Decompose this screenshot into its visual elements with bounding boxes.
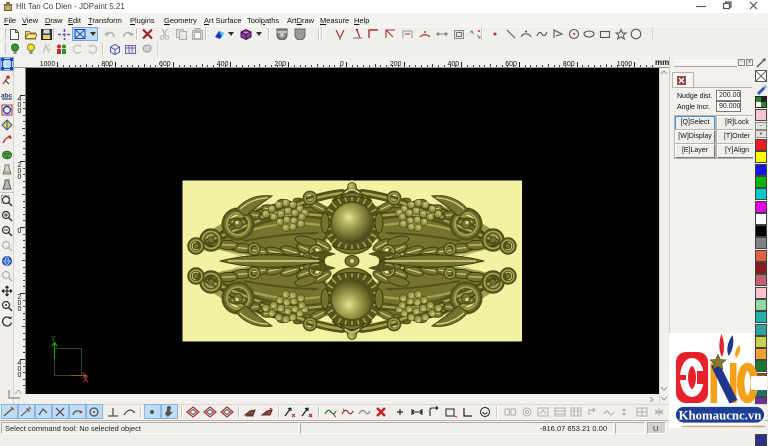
svg-text:abc: abc xyxy=(1,93,13,100)
svg-text:Khomaucnc.vn: Khomaucnc.vn xyxy=(679,409,762,423)
svg-text:Y: Y xyxy=(51,336,56,343)
svg-text:X: X xyxy=(83,375,89,384)
